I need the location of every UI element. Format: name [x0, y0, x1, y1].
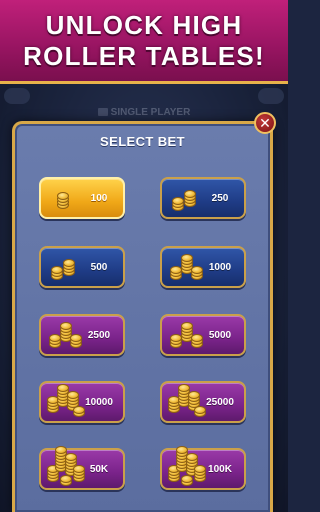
banner-line-1: UNLOCK HIGH	[45, 9, 243, 40]
promo-banner: UNLOCK HIGH ROLLER TABLES!	[0, 0, 288, 84]
coin-icon	[181, 475, 193, 483]
coin-stack-icon	[162, 316, 203, 354]
coin-icon	[60, 475, 72, 483]
bet-button-5000[interactable]: 5000	[160, 314, 246, 356]
bet-button-100k[interactable]: 100K	[160, 446, 246, 490]
modal-title: SELECT BET	[100, 133, 185, 149]
coin-icon	[60, 322, 72, 330]
bet-amount: 100	[90, 192, 108, 204]
coin-icon	[186, 453, 198, 461]
coin-icon	[57, 192, 69, 200]
coin-icon	[55, 446, 67, 454]
coin-icon	[191, 266, 203, 274]
coin-icon	[51, 266, 63, 274]
bet-button-25000[interactable]: 25000	[160, 381, 246, 423]
bet-button-1000[interactable]: 1000	[160, 246, 246, 288]
coin-icon	[181, 322, 193, 330]
coin-icon	[73, 406, 85, 414]
close-button[interactable]: ✕	[254, 112, 276, 134]
bet-amount: 10000	[85, 396, 113, 408]
coin-icon	[194, 465, 206, 473]
coin-icon	[178, 384, 190, 392]
bet-amount: 1000	[208, 261, 232, 273]
coin-icon	[67, 391, 79, 399]
close-icon: ✕	[259, 115, 271, 131]
banner-line-2: ROLLER TABLES!	[23, 40, 265, 71]
bet-amount: 2500	[87, 329, 111, 341]
coin-icon	[188, 391, 200, 399]
coin-icon	[63, 259, 75, 267]
coin-icon	[70, 334, 82, 342]
bet-button-500[interactable]: 500	[39, 246, 125, 288]
coin-stack-icon	[41, 383, 85, 421]
bet-amount: 250	[211, 192, 229, 204]
bet-amount: 5000	[208, 329, 232, 341]
bet-button-250[interactable]: 250	[160, 177, 246, 219]
coin-stack-icon	[41, 316, 82, 354]
coin-stack-icon	[162, 248, 203, 286]
coin-stack-icon	[41, 179, 81, 217]
bet-amount: 500	[90, 261, 108, 273]
coin-icon	[65, 453, 77, 461]
bet-button-10000[interactable]: 10000	[39, 381, 125, 423]
coin-stack-icon	[162, 383, 206, 421]
bet-button-2500[interactable]: 2500	[39, 314, 125, 356]
coin-icon	[73, 465, 85, 473]
coin-icon	[191, 334, 203, 342]
coin-icon	[57, 384, 69, 392]
coin-icon	[181, 254, 193, 262]
coin-stack-icon	[41, 446, 85, 488]
bet-amount: 25000	[206, 396, 234, 408]
coin-icon	[176, 446, 188, 454]
bet-amount: 100K	[208, 463, 232, 475]
bet-button-50k[interactable]: 50K	[39, 446, 125, 490]
bet-button-100[interactable]: 100	[39, 177, 125, 219]
modal-header: SELECT BET	[15, 124, 270, 158]
coin-stack-icon	[162, 179, 202, 217]
coin-stack-icon	[41, 248, 81, 286]
coin-icon	[184, 190, 196, 198]
select-bet-modal: SELECT BET 100 250 500 1000 2500 5000 10…	[12, 121, 273, 512]
coin-icon	[194, 406, 206, 414]
coin-stack-icon	[162, 446, 206, 488]
bet-amount: 50K	[89, 463, 109, 475]
coin-icon	[172, 197, 184, 205]
